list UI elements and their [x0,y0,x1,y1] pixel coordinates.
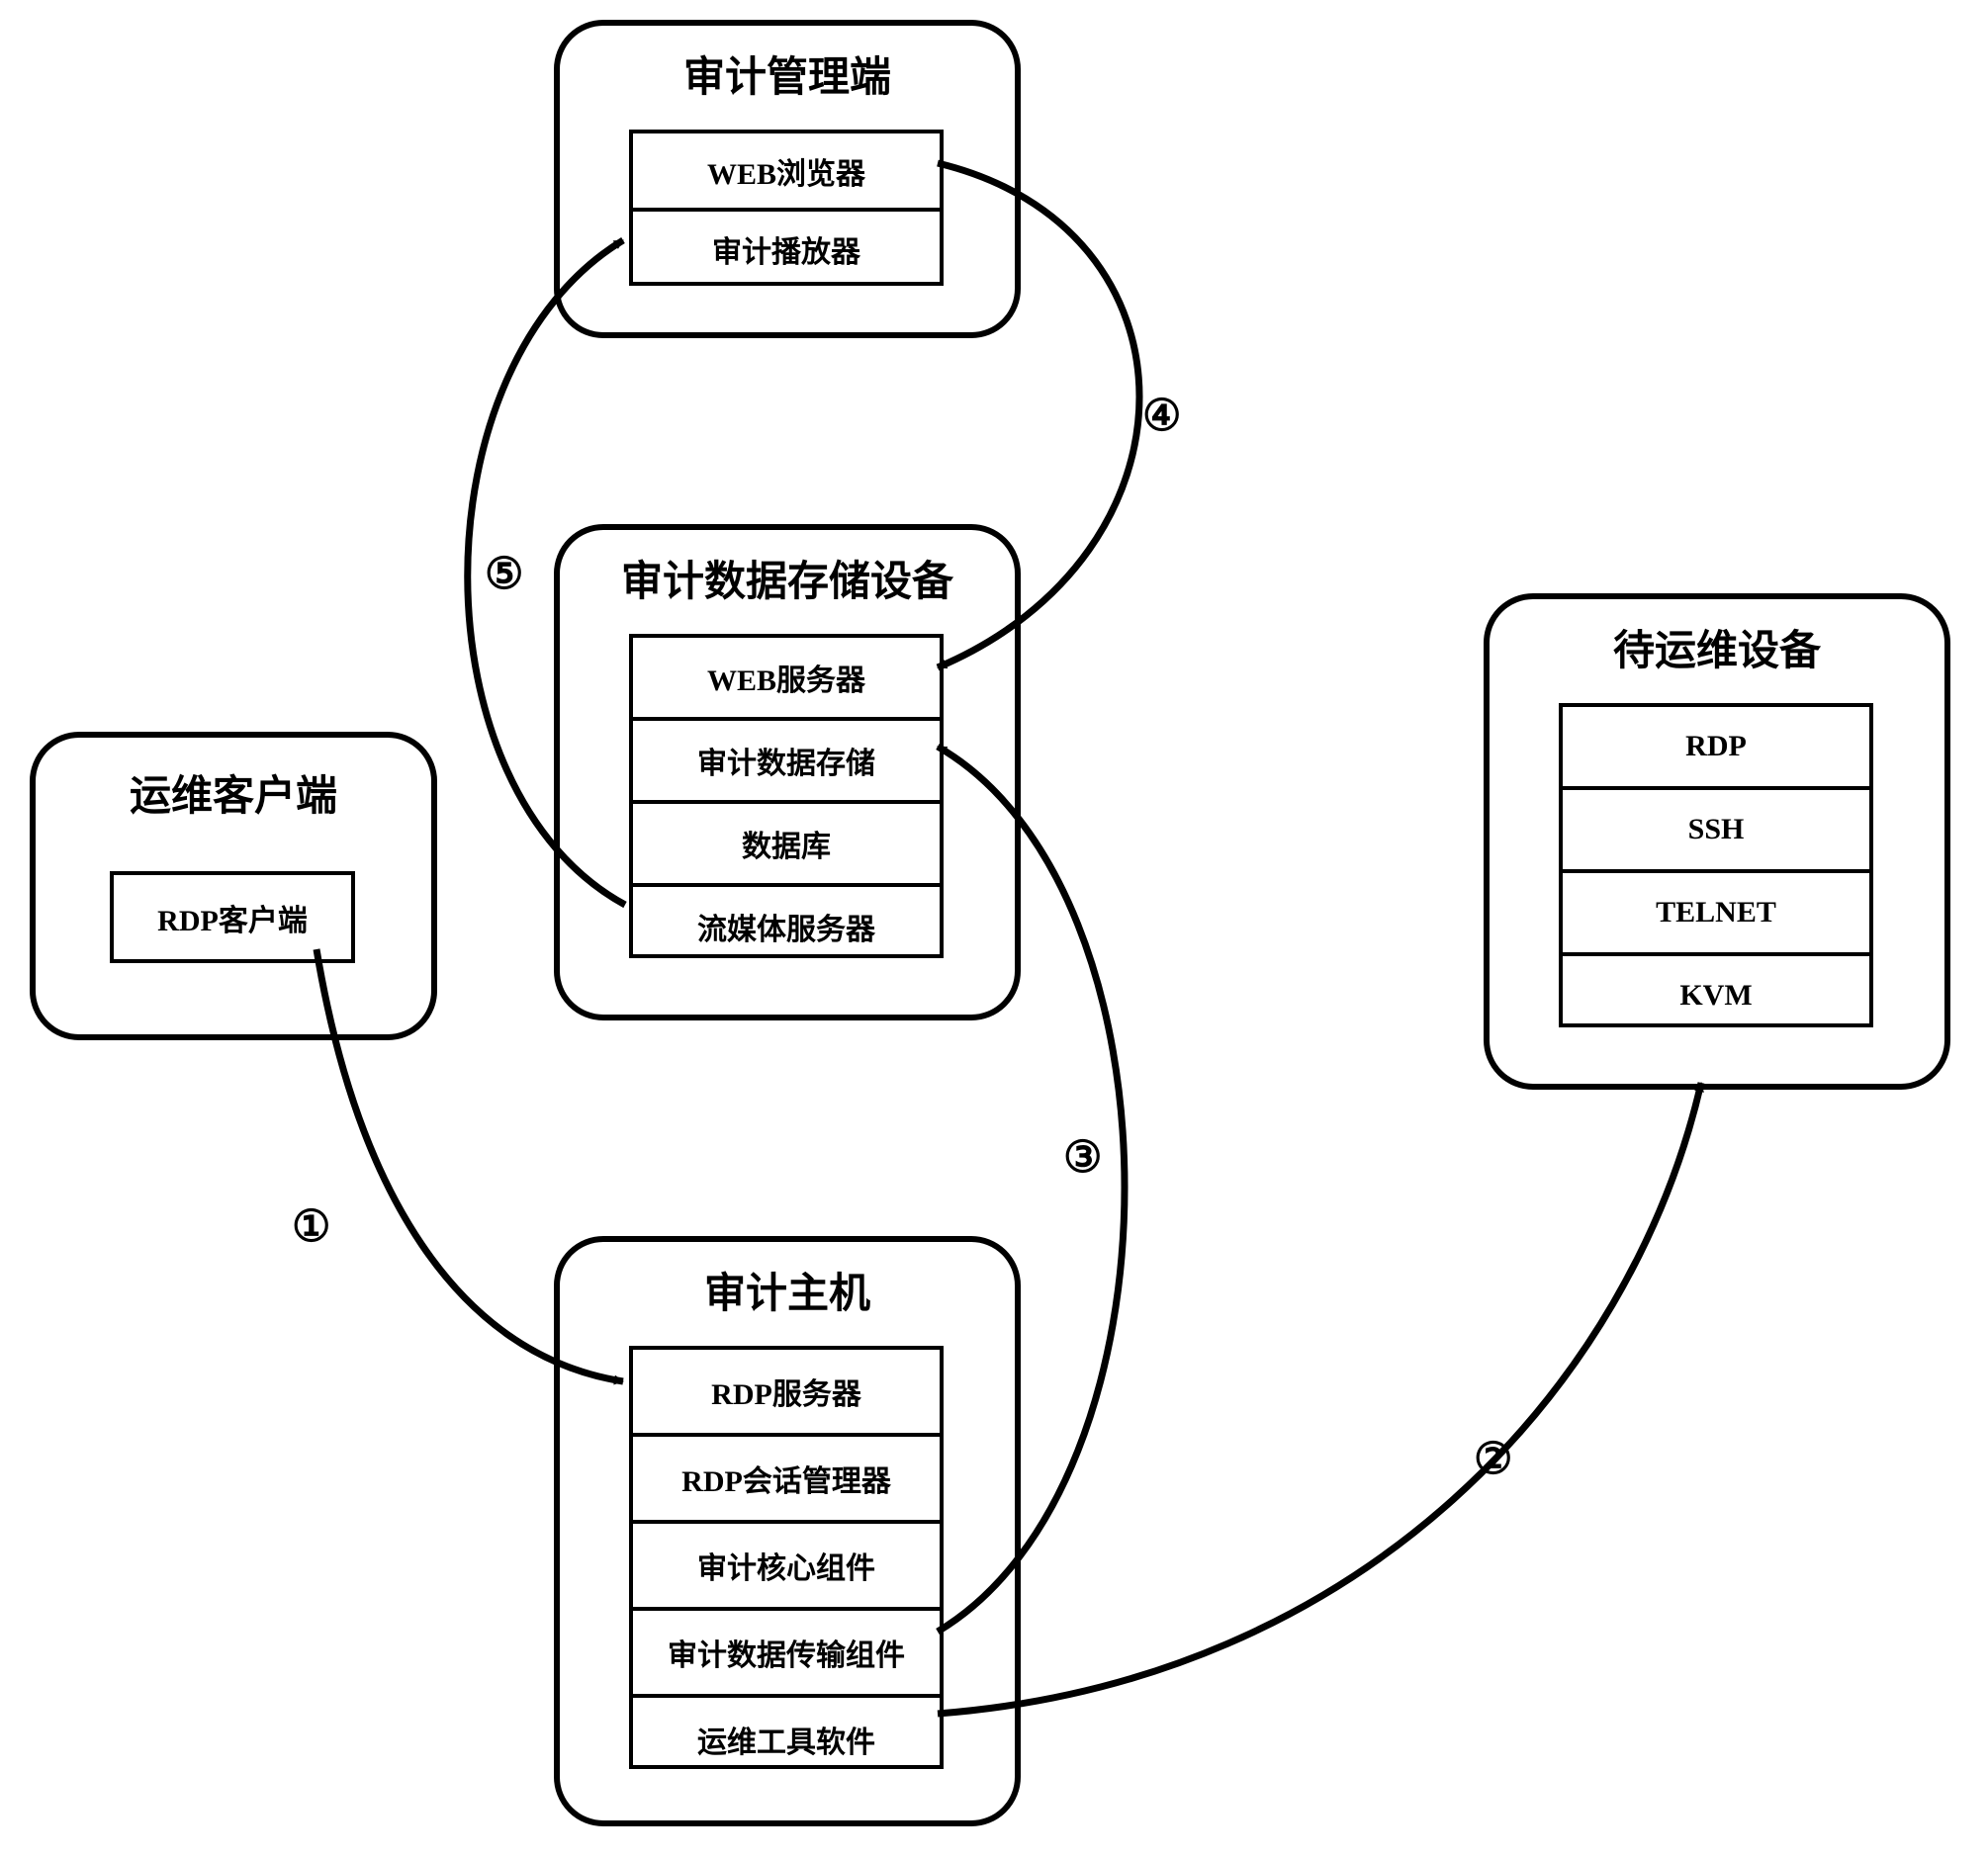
node-ops-client: 运维客户端 RDP客户端 [30,732,437,1040]
audit-host-item-4: 运维工具软件 [633,1698,940,1781]
audit-host-item-0: RDP服务器 [633,1350,940,1437]
arrow-2 [938,1083,1701,1714]
audit-mgmt-item-1: 审计播放器 [633,212,940,286]
audit-host-item-3: 审计数据传输组件 [633,1611,940,1698]
audit-host-item-2: 审计核心组件 [633,1524,940,1611]
ops-client-item-0: RDP客户端 [114,875,351,959]
node-audit-host-inner: RDP服务器 RDP会话管理器 审计核心组件 审计数据传输组件 运维工具软件 [629,1346,944,1769]
label-2: ② [1474,1434,1512,1484]
label-1: ① [292,1201,330,1252]
node-audit-storage-title: 审计数据存储设备 [560,548,1015,608]
label-4: ④ [1142,391,1181,441]
audit-storage-item-3: 流媒体服务器 [633,887,940,966]
node-audit-host-title: 审计主机 [560,1260,1015,1320]
node-target-device-title: 待运维设备 [1490,617,1944,677]
node-audit-host: 审计主机 RDP服务器 RDP会话管理器 审计核心组件 审计数据传输组件 运维工… [554,1236,1021,1826]
audit-storage-item-2: 数据库 [633,804,940,887]
target-device-item-3: KVM [1563,956,1869,1035]
node-audit-storage: 审计数据存储设备 WEB服务器 审计数据存储 数据库 流媒体服务器 [554,524,1021,1020]
node-audit-mgmt-inner: WEB浏览器 审计播放器 [629,130,944,286]
audit-host-item-1: RDP会话管理器 [633,1437,940,1524]
node-ops-client-inner: RDP客户端 [110,871,355,963]
audit-storage-item-0: WEB服务器 [633,638,940,721]
target-device-item-2: TELNET [1563,873,1869,956]
target-device-item-0: RDP [1563,707,1869,790]
target-device-item-1: SSH [1563,790,1869,873]
audit-mgmt-item-0: WEB浏览器 [633,133,940,212]
label-5: ⑤ [485,549,523,599]
audit-storage-item-1: 审计数据存储 [633,721,940,804]
node-target-device-inner: RDP SSH TELNET KVM [1559,703,1873,1027]
node-audit-mgmt: 审计管理端 WEB浏览器 审计播放器 [554,20,1021,338]
node-audit-mgmt-title: 审计管理端 [560,44,1015,104]
label-3: ③ [1063,1132,1102,1183]
node-audit-storage-inner: WEB服务器 审计数据存储 数据库 流媒体服务器 [629,634,944,958]
node-target-device: 待运维设备 RDP SSH TELNET KVM [1484,593,1950,1090]
node-ops-client-title: 运维客户端 [36,762,431,823]
